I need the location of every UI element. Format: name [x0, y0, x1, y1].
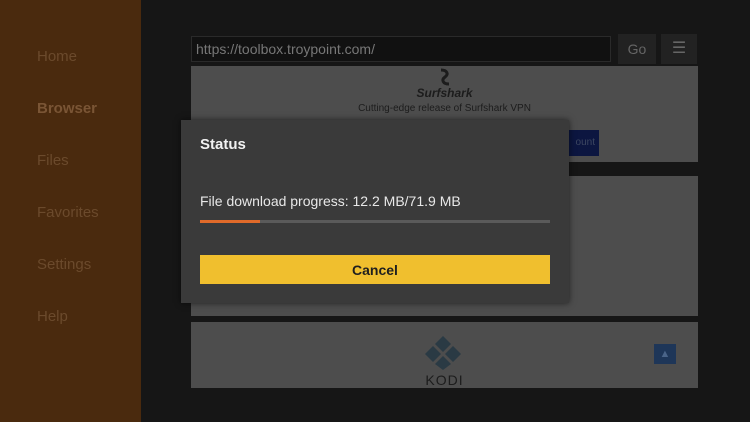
- surfshark-tagline: Cutting-edge release of Surfshark VPN: [358, 103, 531, 114]
- menu-icon[interactable]: ☰: [661, 34, 697, 64]
- sidebar-item-favorites[interactable]: Favorites: [37, 204, 99, 221]
- sidebar-item-home[interactable]: Home: [37, 48, 77, 65]
- surfshark-logo-icon: [440, 68, 450, 86]
- go-button[interactable]: Go: [618, 34, 656, 64]
- status-dialog: Status File download progress: 12.2 MB/7…: [181, 120, 569, 303]
- scroll-top-icon[interactable]: ▲: [654, 344, 676, 364]
- progress-bar: [200, 220, 550, 223]
- sidebar-item-browser[interactable]: Browser: [37, 100, 97, 117]
- download-progress-text: File download progress: 12.2 MB/71.9 MB: [200, 193, 461, 209]
- kodi-card: KODI ▲: [191, 322, 698, 388]
- kodi-logo-icon: [425, 336, 461, 370]
- sidebar-item-settings[interactable]: Settings: [37, 256, 91, 273]
- sidebar-item-files[interactable]: Files: [37, 152, 69, 169]
- dialog-title: Status: [200, 136, 246, 153]
- sidebar-item-help[interactable]: Help: [37, 308, 68, 325]
- sidebar: Home Browser Files Favorites Settings He…: [0, 0, 141, 422]
- progress-bar-fill: [200, 220, 260, 223]
- cancel-button[interactable]: Cancel: [200, 255, 550, 284]
- surfshark-brand: Surfshark: [416, 86, 473, 100]
- kodi-label: KODI: [425, 372, 464, 388]
- url-input[interactable]: https://toolbox.troypoint.com/: [191, 36, 611, 62]
